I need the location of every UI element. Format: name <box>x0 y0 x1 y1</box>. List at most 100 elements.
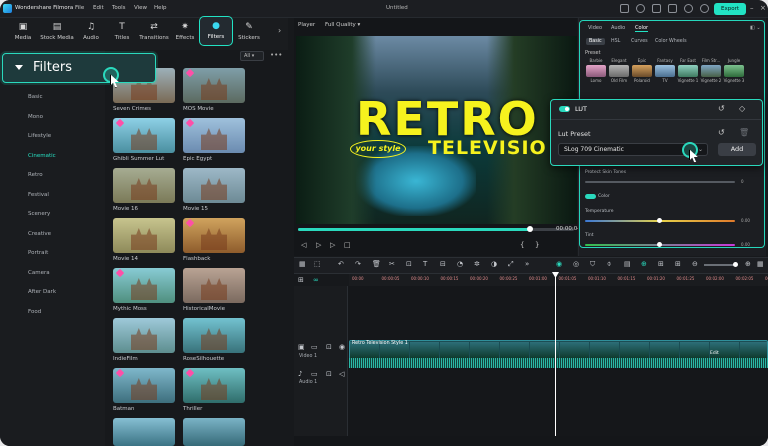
filter-thumb[interactable] <box>113 418 175 446</box>
snap-icon[interactable]: ⊕ <box>641 260 647 268</box>
select-icon[interactable]: ⬚ <box>314 260 321 268</box>
layout-icon[interactable]: ▦ <box>299 260 306 268</box>
stop-icon[interactable]: □ <box>344 241 351 249</box>
undo-icon[interactable]: ↶ <box>338 260 344 268</box>
zoom-knob[interactable] <box>733 262 738 267</box>
export-button[interactable]: Export <box>714 3 746 15</box>
filter-thumb-historical-movie[interactable] <box>183 268 245 303</box>
tab-stickers[interactable]: ✎ Stickers <box>236 18 262 48</box>
zoom-slider[interactable] <box>704 264 736 266</box>
text-icon[interactable]: T <box>423 260 427 268</box>
preset-jungle[interactable]: Jungle Vignette 3 <box>723 58 745 84</box>
tab-titles[interactable]: T Titles <box>110 18 134 48</box>
audio-waveform[interactable] <box>349 358 768 368</box>
protect-skin-slider[interactable] <box>585 181 735 183</box>
category-food[interactable]: Food <box>28 309 41 315</box>
category-basic[interactable]: Basic <box>28 94 43 100</box>
tab-color[interactable]: Color <box>635 25 649 32</box>
filter-thumb-mythic-moss[interactable] <box>113 268 175 303</box>
next-frame-icon[interactable]: ▷ <box>330 241 335 249</box>
feedback-icon[interactable] <box>636 4 645 13</box>
more-icon[interactable]: » <box>525 260 529 268</box>
menu-file[interactable]: File <box>75 5 84 11</box>
reset-icon[interactable]: ↺ <box>718 104 725 113</box>
tint-knob[interactable] <box>657 242 662 247</box>
layout-icon[interactable] <box>620 4 629 13</box>
mix-icon[interactable]: ⊞ <box>658 260 664 268</box>
filter-thumb-movie-14[interactable] <box>113 218 175 253</box>
cloud-icon[interactable] <box>652 4 661 13</box>
tab-video[interactable]: Video <box>588 25 602 31</box>
category-mono[interactable]: Mono <box>28 114 43 120</box>
lock-icon[interactable]: ⊡ <box>326 343 332 351</box>
color-toggle[interactable] <box>585 194 596 199</box>
folder-icon[interactable]: ▭ <box>311 343 318 351</box>
tab-filters[interactable]: ● Filters <box>199 16 233 46</box>
mic-icon[interactable]: ⌽ <box>607 260 611 269</box>
subtab-curves[interactable]: Curves <box>628 38 651 45</box>
menu-tools[interactable]: Tools <box>112 5 126 11</box>
split-icon[interactable]: ✂ <box>389 260 395 268</box>
temperature-knob[interactable] <box>657 218 662 223</box>
prev-frame-icon[interactable]: ◁ <box>301 241 306 249</box>
adjust-icon[interactable]: ⊟ <box>440 260 446 268</box>
menu-edit[interactable]: Edit <box>93 5 104 11</box>
playback-progress[interactable] <box>298 226 574 232</box>
keyframe-diamond-icon[interactable]: ◇ <box>739 104 745 113</box>
lut-toggle[interactable] <box>559 106 570 112</box>
tab-transitions[interactable]: ⇄ Transitions <box>138 18 170 48</box>
redo-icon[interactable]: ↷ <box>355 260 361 268</box>
video-preview[interactable]: RETRO your style TELEVISIO <box>296 36 577 224</box>
progress-knob[interactable] <box>526 226 533 232</box>
preset-elegant[interactable]: Elegant Old Film <box>608 58 630 84</box>
delete-icon[interactable]: 🗑 <box>372 260 381 268</box>
filter-thumb-mos-movie[interactable] <box>183 68 245 103</box>
category-scenery[interactable]: Scenery <box>28 211 50 217</box>
color-match-icon[interactable]: ◑ <box>491 260 497 268</box>
speaker-icon[interactable]: ◁ <box>339 370 344 378</box>
more-options-icon[interactable]: ••• <box>270 51 282 59</box>
preset-epic[interactable]: Epic Polaroid <box>631 58 653 84</box>
tab-audio[interactable]: ♫ Audio <box>80 18 102 48</box>
category-after-dark[interactable]: After Dark <box>28 289 56 295</box>
zoom-fit-icon[interactable]: ⊞ <box>675 260 681 268</box>
grid-icon[interactable]: ▦ <box>757 260 764 268</box>
minimize-icon[interactable]: – <box>750 4 754 12</box>
filter-dropdown[interactable]: All ▾ <box>240 51 264 61</box>
zoom-out-icon[interactable]: ⊖ <box>692 260 698 268</box>
chevron-right-icon[interactable]: › <box>278 26 281 35</box>
eye-icon[interactable]: ◉ <box>339 343 345 351</box>
notification-icon[interactable] <box>684 4 693 13</box>
lut-reset-icon[interactable]: ↺ <box>718 128 725 137</box>
filter-thumb-flashback[interactable] <box>183 218 245 253</box>
play-icon[interactable]: ▷ <box>316 241 321 249</box>
menu-view[interactable]: View <box>134 5 147 11</box>
playhead[interactable] <box>552 272 559 446</box>
close-icon[interactable]: × <box>760 4 766 12</box>
filter-thumb[interactable] <box>183 418 245 446</box>
menu-help[interactable]: Help <box>154 5 167 11</box>
preset-far-east[interactable]: Far East Vignette 1 <box>677 58 699 84</box>
account-icon[interactable] <box>700 4 709 13</box>
category-lifestyle[interactable]: Lifestyle <box>28 133 51 139</box>
mark-out-icon[interactable]: } <box>535 241 539 249</box>
filter-thumb-rosesilhouette[interactable] <box>183 318 245 353</box>
preset-film-stock[interactable]: Film Str... Vignette 2 <box>700 58 722 84</box>
quality-dropdown[interactable]: Full Quality ▾ <box>325 22 360 28</box>
category-creative[interactable]: Creative <box>28 231 51 237</box>
lut-add-button[interactable]: Add <box>718 143 756 156</box>
category-portrait[interactable]: Portrait <box>28 250 48 256</box>
panel-options-icon[interactable]: ◧ ⌄ <box>750 25 761 31</box>
speed-icon[interactable]: ◔ <box>457 260 463 268</box>
category-retro[interactable]: Retro <box>28 172 43 178</box>
subtab-hsl[interactable]: HSL <box>608 38 623 45</box>
marker-icon[interactable]: ⛉ <box>590 260 595 269</box>
crop-icon[interactable]: ⊡ <box>406 260 412 268</box>
zoom-in-icon[interactable]: ⊕ <box>745 260 751 268</box>
tab-stock-media[interactable]: ▤ Stock Media <box>38 18 76 48</box>
category-camera[interactable]: Camera <box>28 270 50 276</box>
render-icon[interactable]: ◉ <box>556 260 562 268</box>
tab-effects[interactable]: ✷ Effects <box>173 18 197 48</box>
category-festival[interactable]: Festival <box>28 192 49 198</box>
folder-icon[interactable]: ▭ <box>311 370 318 378</box>
